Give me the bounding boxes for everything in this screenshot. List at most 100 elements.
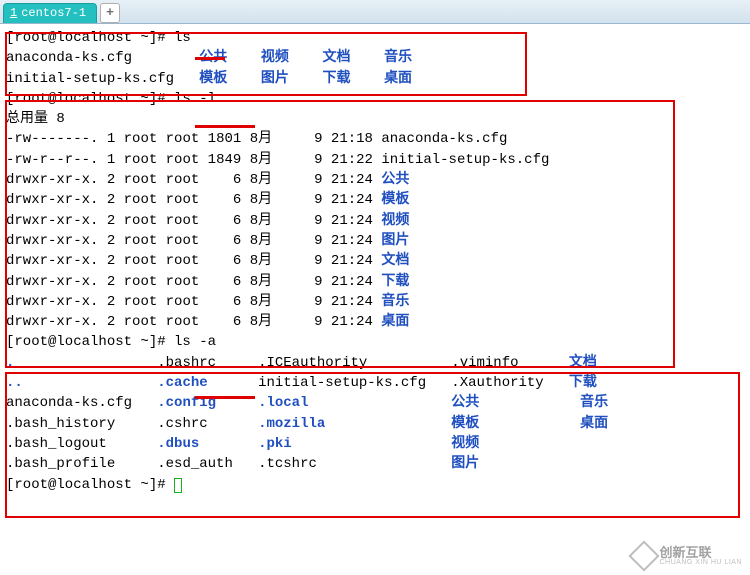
group: root — [166, 233, 208, 249]
watermark-icon — [629, 540, 660, 571]
day: 9 — [289, 131, 331, 147]
tab-active[interactable]: 1 centos7-1 — [3, 3, 97, 23]
filename: 下载 — [381, 274, 409, 290]
perm: drwxr-xr-x. — [6, 172, 107, 188]
ls-a-entry: 桌面 — [580, 416, 658, 432]
ls-l-total: 总用量 8 — [6, 111, 65, 127]
terminal-line: [root@localhost ~]# ls -a — [6, 332, 744, 352]
time: 21:24 — [331, 233, 381, 249]
month: 8月 — [250, 253, 289, 269]
day: 9 — [289, 152, 331, 168]
ls-a-entry: anaconda-ks.cfg — [6, 395, 157, 411]
new-tab-button[interactable]: + — [100, 3, 120, 23]
time: 21:24 — [331, 314, 381, 330]
link-count: 2 — [107, 192, 124, 208]
filename: initial-setup-ks.cfg — [381, 152, 549, 168]
ls-a-entry: .bashrc — [157, 355, 258, 371]
group: root — [166, 253, 208, 269]
terminal-line: anaconda-ks.cfg .config .local 公共 音乐 — [6, 393, 744, 413]
link-count: 2 — [107, 233, 124, 249]
perm: drwxr-xr-x. — [6, 274, 107, 290]
prompt: [root@localhost ~]# — [6, 477, 174, 493]
size: 6 — [208, 253, 250, 269]
terminal-line: [root@localhost ~]# ls — [6, 28, 744, 48]
perm: drwxr-xr-x. — [6, 314, 107, 330]
owner: root — [124, 274, 166, 290]
terminal[interactable]: [root@localhost ~]# lsanaconda-ks.cfg 公共… — [0, 24, 750, 499]
terminal-line: -rw-r--r--. 1 root root 1849 8月 9 21:22 … — [6, 150, 744, 170]
owner: root — [124, 192, 166, 208]
terminal-line: anaconda-ks.cfg 公共 视频 文档 音乐 — [6, 48, 744, 68]
terminal-line: drwxr-xr-x. 2 root root 6 8月 9 21:24 文档 — [6, 251, 744, 271]
link-count: 2 — [107, 253, 124, 269]
month: 8月 — [250, 192, 289, 208]
ls-a-entry: .. — [6, 375, 157, 391]
group: root — [166, 213, 208, 229]
ls-a-entry: .bash_logout — [6, 436, 157, 452]
month: 8月 — [250, 294, 289, 310]
day: 9 — [289, 314, 331, 330]
filename: 文档 — [381, 253, 409, 269]
group: root — [166, 314, 208, 330]
size: 1849 — [208, 152, 250, 168]
time: 21:24 — [331, 213, 381, 229]
ls-entry: 文档 — [322, 50, 384, 66]
ls-a-entry: .cshrc — [157, 416, 258, 432]
time: 21:22 — [331, 152, 381, 168]
command: ls -l — [174, 91, 216, 107]
terminal-line: drwxr-xr-x. 2 root root 6 8月 9 21:24 公共 — [6, 170, 744, 190]
link-count: 1 — [107, 131, 124, 147]
size: 6 — [208, 233, 250, 249]
ls-a-entry: .viminfo — [451, 355, 569, 371]
day: 9 — [289, 172, 331, 188]
time: 21:24 — [331, 294, 381, 310]
ls-a-entry: .bash_history — [6, 416, 157, 432]
ls-entry: 模板 — [199, 71, 261, 87]
ls-a-entry: . — [6, 355, 157, 371]
watermark-cn: 创新互联 — [659, 546, 742, 559]
ls-a-entry: .pki — [258, 436, 451, 452]
ls-a-entry: 模板 — [451, 416, 580, 432]
group: root — [166, 172, 208, 188]
terminal-line: drwxr-xr-x. 2 root root 6 8月 9 21:24 视频 — [6, 211, 744, 231]
link-count: 2 — [107, 213, 124, 229]
prompt: [root@localhost ~]# — [6, 334, 174, 350]
size: 6 — [208, 294, 250, 310]
tab-title: centos7-1 — [21, 5, 86, 22]
owner: root — [124, 314, 166, 330]
ls-entry: 视频 — [261, 50, 323, 66]
month: 8月 — [250, 233, 289, 249]
owner: root — [124, 253, 166, 269]
perm: drwxr-xr-x. — [6, 294, 107, 310]
ls-a-entry: .tcshrc — [258, 456, 451, 472]
terminal-line: . .bashrc .ICEauthority .viminfo 文档 — [6, 353, 744, 373]
terminal-line: drwxr-xr-x. 2 root root 6 8月 9 21:24 模板 — [6, 190, 744, 210]
month: 8月 — [250, 131, 289, 147]
terminal-line: [root@localhost ~]# ls -l — [6, 89, 744, 109]
tab-index: 1 — [10, 5, 17, 22]
ls-a-entry: .mozilla — [258, 416, 451, 432]
month: 8月 — [250, 213, 289, 229]
size: 6 — [208, 274, 250, 290]
filename: 图片 — [381, 233, 409, 249]
group: root — [166, 192, 208, 208]
perm: drwxr-xr-x. — [6, 192, 107, 208]
day: 9 — [289, 274, 331, 290]
ls-a-entry: .local — [258, 395, 451, 411]
owner: root — [124, 152, 166, 168]
ls-a-entry: .cache — [157, 375, 258, 391]
ls-entry: initial-setup-ks.cfg — [6, 71, 199, 87]
ls-a-entry: 音乐 — [580, 395, 658, 411]
ls-entry: anaconda-ks.cfg — [6, 50, 199, 66]
day: 9 — [289, 233, 331, 249]
time: 21:24 — [331, 274, 381, 290]
owner: root — [124, 213, 166, 229]
perm: drwxr-xr-x. — [6, 233, 107, 249]
size: 1801 — [208, 131, 250, 147]
terminal-line: .bash_history .cshrc .mozilla 模板 桌面 — [6, 414, 744, 434]
filename: 公共 — [381, 172, 409, 188]
prompt: [root@localhost ~]# — [6, 30, 174, 46]
filename: 模板 — [381, 192, 409, 208]
ls-a-entry: .config — [157, 395, 258, 411]
prompt: [root@localhost ~]# — [6, 91, 174, 107]
